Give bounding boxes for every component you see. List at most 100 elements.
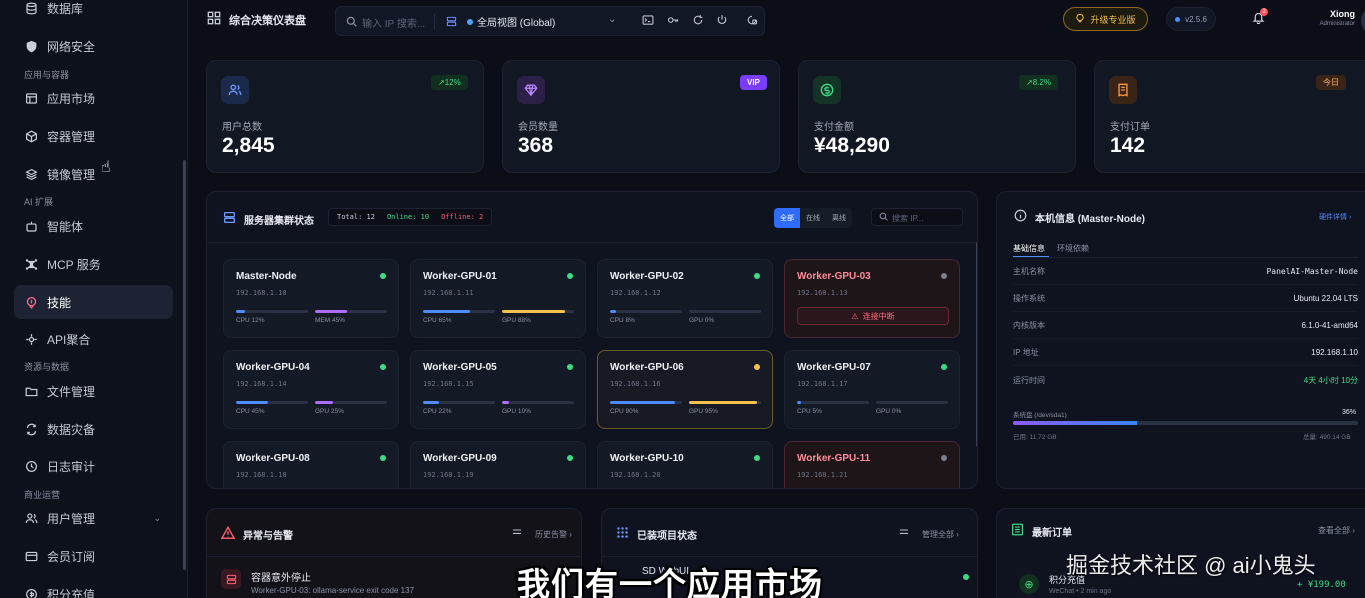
disk-total: 总量: 490.14 GB xyxy=(1303,434,1351,441)
node-status-dot xyxy=(567,364,573,370)
sidebar-item-membership[interactable]: 会员订阅 xyxy=(14,539,173,573)
hardware-details-link[interactable]: 硬件详情 › xyxy=(1319,212,1351,222)
disk-label: 系统盘 (/dev/sda1) xyxy=(1013,412,1067,419)
mouse-pointer-icon: ☝ xyxy=(101,159,111,176)
tab-env-deps[interactable]: 环境依赖 xyxy=(1057,243,1089,254)
crown-icon xyxy=(1075,13,1085,25)
node-card[interactable]: Master-Node 192.168.1.10 CPU 12% MEM 45% xyxy=(223,259,399,338)
node-card[interactable]: Worker-GPU-04 192.168.1.14 CPU 45% GPU 25% xyxy=(223,350,399,429)
sidebar-item-points[interactable]: 积分充值 xyxy=(14,577,173,598)
sliders-icon[interactable]: ⚌ xyxy=(512,524,522,537)
project-status-dot xyxy=(963,574,969,580)
node-card[interactable]: Worker-GPU-08 192.168.1.18 xyxy=(223,441,399,488)
node-ip: 192.168.1.17 xyxy=(797,380,848,388)
sidebar-item-agents[interactable]: 智能体 xyxy=(14,209,173,243)
gpu-bar xyxy=(502,310,574,313)
sidebar-item-backup[interactable]: 数据灾备 xyxy=(14,412,173,446)
sidebar-item-files[interactable]: 文件管理 xyxy=(14,374,173,408)
gpu-bar xyxy=(502,401,574,404)
sliders-icon[interactable]: ⚌ xyxy=(899,524,909,537)
cluster-stats: Total: 12 Online: 10 Offline: 2 xyxy=(328,208,493,226)
node-card[interactable]: Worker-GPU-07 192.168.1.17 CPU 5% GPU 0% xyxy=(784,350,960,429)
disk-percent: 36% xyxy=(1342,409,1357,416)
alert-history-link[interactable]: 历史告警 › xyxy=(535,529,572,540)
node-card[interactable]: Worker-GPU-01 192.168.1.11 CPU 65% GPU 88% xyxy=(410,259,586,338)
chevron-down-icon: ⌄ xyxy=(153,512,161,523)
vip-badge: VIP xyxy=(740,75,767,90)
manage-all-link[interactable]: 管理全部 › xyxy=(922,529,959,540)
dashboard-icon xyxy=(207,11,221,28)
node-status-dot xyxy=(380,364,386,370)
stat-label: 用户总数 xyxy=(222,122,262,133)
chevron-down-icon[interactable]: ⌄ xyxy=(608,14,616,25)
node-card[interactable]: Worker-GPU-10 192.168.1.20 xyxy=(597,441,773,488)
gpu-label: GPU 95% xyxy=(689,408,718,415)
node-card[interactable]: Worker-GPU-06 192.168.1.16 CPU 90% GPU 95% xyxy=(597,350,773,429)
gpu-label: GPU 88% xyxy=(502,317,531,324)
cpu-bar xyxy=(423,310,495,313)
restart-icon[interactable] xyxy=(692,14,704,29)
sidebar-scrollbar[interactable] xyxy=(183,160,186,570)
sidebar-section-ai: AI 扩展 xyxy=(24,197,54,207)
sidebar-item-skills[interactable]: 技能 xyxy=(14,285,173,319)
node-ip: 192.168.1.19 xyxy=(423,471,474,479)
node-name: Worker-GPU-04 xyxy=(236,362,310,373)
sidebar-item-users[interactable]: 用户管理 ⌄ xyxy=(14,501,173,535)
cpu-label: CPU 22% xyxy=(423,408,452,415)
avatar[interactable] xyxy=(1361,6,1365,36)
lock-refresh-icon[interactable] xyxy=(746,14,758,29)
cpu-bar xyxy=(797,401,869,404)
cluster-search[interactable]: 搜索 IP... xyxy=(871,208,963,226)
filter-all[interactable]: 全部 xyxy=(774,208,800,228)
filter-online[interactable]: 在线 xyxy=(800,208,826,228)
api-icon xyxy=(24,332,38,346)
view-all-link[interactable]: 查看全部 › xyxy=(1318,525,1355,536)
node-card[interactable]: Worker-GPU-02 192.168.1.12 CPU 8% GPU 0% xyxy=(597,259,773,338)
node-status-dot xyxy=(941,455,947,461)
sidebar-item-database[interactable]: 数据库 xyxy=(14,0,173,25)
upgrade-button[interactable]: 升级专业版 xyxy=(1063,7,1148,31)
cpu-bar xyxy=(423,401,495,404)
sidebar-item-logs[interactable]: 日志审计 xyxy=(14,449,173,483)
tab-basic-info[interactable]: 基础信息 xyxy=(1013,243,1045,254)
node-status-dot xyxy=(941,364,947,370)
sidebar-item-network-security[interactable]: 网络安全 xyxy=(14,29,173,63)
power-icon[interactable] xyxy=(716,14,728,29)
server-icon xyxy=(223,211,236,227)
sidebar-section-business: 商业运营 xyxy=(24,490,61,500)
node-card[interactable]: Worker-GPU-09 192.168.1.19 xyxy=(410,441,586,488)
plus-circle-icon: ⊕ xyxy=(1019,574,1039,594)
today-badge: 今日 xyxy=(1316,75,1346,90)
sidebar-item-app-market[interactable]: 应用市场 xyxy=(14,81,173,115)
sidebar-item-images[interactable]: 镜像管理 xyxy=(14,157,173,191)
sidebar: 数据库 网络安全 应用与容器 应用市场 容器管理 镜像管理 AI 扩展 智能体 … xyxy=(0,0,188,598)
alerts-title: 异常与告警 xyxy=(220,525,293,543)
user-name: Xiong xyxy=(1330,9,1355,19)
machine-info-panel: 本机信息 (Master-Node) 硬件详情 › 基础信息 环境依赖 主机名称… xyxy=(996,191,1365,489)
notifications-button[interactable]: 2 xyxy=(1252,8,1268,29)
layers-icon xyxy=(24,167,38,181)
order-item-amount: + ¥199.00 xyxy=(1297,580,1346,590)
filter-offline[interactable]: 离线 xyxy=(826,208,852,228)
search-input[interactable]: 输入 IP 搜索... xyxy=(362,15,425,30)
sidebar-item-label: 会员订阅 xyxy=(47,549,96,564)
terminal-icon[interactable] xyxy=(642,14,654,29)
cluster-scrollbar[interactable] xyxy=(976,242,977,447)
sidebar-item-containers[interactable]: 容器管理 xyxy=(14,119,173,153)
disk-used: 已用: 11.72 GB xyxy=(1013,434,1057,441)
node-ip: 192.168.1.10 xyxy=(236,289,287,297)
scope-select[interactable]: 全局视图 (Global) xyxy=(477,14,555,29)
sidebar-item-label: 文件管理 xyxy=(47,384,96,399)
sidebar-item-mcp[interactable]: MCP 服务 xyxy=(14,247,173,281)
sidebar-item-api[interactable]: API聚合 xyxy=(14,322,173,356)
diamond-icon xyxy=(517,76,545,104)
key-icon[interactable] xyxy=(667,14,679,29)
node-ip: 192.168.1.16 xyxy=(610,380,661,388)
sidebar-item-label: 日志审计 xyxy=(47,459,96,474)
node-card[interactable]: Worker-GPU-03 192.168.1.13 ⚠ 连接中断 xyxy=(784,259,960,338)
node-status-dot xyxy=(941,273,947,279)
node-card[interactable]: Worker-GPU-05 192.168.1.15 CPU 22% GPU 10% xyxy=(410,350,586,429)
node-status-dot xyxy=(380,273,386,279)
sidebar-item-label: API聚合 xyxy=(47,332,91,347)
node-card[interactable]: Worker-GPU-11 192.168.1.21 xyxy=(784,441,960,488)
